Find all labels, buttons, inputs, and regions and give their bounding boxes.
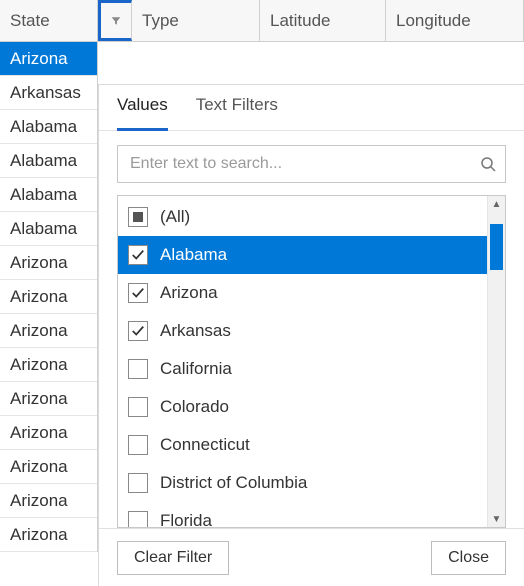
checkbox[interactable] — [128, 435, 148, 455]
table-row[interactable]: Arizona — [0, 348, 97, 382]
value-row[interactable]: District of Columbia — [118, 464, 487, 502]
value-row[interactable]: California — [118, 350, 487, 388]
value-row[interactable]: Florida — [118, 502, 487, 527]
grid-body: ArizonaArkansasAlabamaAlabamaAlabamaAlab… — [0, 42, 524, 586]
table-row[interactable]: Arizona — [0, 518, 97, 552]
state-column: ArizonaArkansasAlabamaAlabamaAlabamaAlab… — [0, 42, 98, 552]
scroll-down-icon[interactable]: ▼ — [488, 511, 505, 527]
values-box: (All) Alabama Arizona Arkansas California Co… — [117, 195, 506, 528]
value-row-all[interactable]: (All) — [118, 198, 487, 236]
value-row[interactable]: Connecticut — [118, 426, 487, 464]
value-label: Alabama — [160, 245, 227, 265]
column-label: State — [10, 11, 50, 31]
value-row[interactable]: Alabama — [118, 236, 487, 274]
table-row[interactable]: Arizona — [0, 484, 97, 518]
value-label: Arizona — [160, 283, 218, 303]
table-row[interactable]: Arizona — [0, 382, 97, 416]
table-row[interactable]: Arizona — [0, 450, 97, 484]
column-label: Type — [142, 11, 179, 31]
value-label: California — [160, 359, 232, 379]
value-row[interactable]: Arizona — [118, 274, 487, 312]
table-row[interactable]: Arizona — [0, 42, 97, 76]
column-filter-button[interactable] — [98, 0, 132, 41]
search-input[interactable] — [117, 145, 506, 183]
checkbox[interactable] — [128, 473, 148, 493]
column-label: Latitude — [270, 11, 331, 31]
column-header-state[interactable]: State — [0, 0, 98, 41]
scrollbar[interactable]: ▲ ▼ — [487, 196, 505, 527]
table-row[interactable]: Arizona — [0, 314, 97, 348]
filter-footer: Clear Filter Close — [99, 528, 524, 586]
column-header-type[interactable]: Type — [132, 0, 260, 41]
checkbox[interactable] — [128, 511, 148, 527]
values-list: (All) Alabama Arizona Arkansas California Co… — [118, 196, 487, 527]
search-wrap — [117, 145, 506, 183]
value-label: Arkansas — [160, 321, 231, 341]
filter-body: (All) Alabama Arizona Arkansas California Co… — [99, 131, 524, 528]
value-row[interactable]: Colorado — [118, 388, 487, 426]
column-label: Longitude — [396, 11, 471, 31]
checkbox[interactable] — [128, 283, 148, 303]
value-label: Colorado — [160, 397, 229, 417]
checkbox[interactable] — [128, 397, 148, 417]
value-label: Connecticut — [160, 435, 250, 455]
table-row[interactable]: Arizona — [0, 416, 97, 450]
tab-text-filters[interactable]: Text Filters — [196, 95, 278, 130]
filter-tabs: Values Text Filters — [99, 85, 524, 131]
filter-icon — [111, 14, 121, 28]
table-row[interactable]: Alabama — [0, 110, 97, 144]
close-button[interactable]: Close — [431, 541, 506, 575]
table-row[interactable]: Arkansas — [0, 76, 97, 110]
checkbox[interactable] — [128, 245, 148, 265]
table-row[interactable]: Arizona — [0, 246, 97, 280]
table-row[interactable]: Alabama — [0, 212, 97, 246]
value-label: District of Columbia — [160, 473, 307, 493]
table-row[interactable]: Alabama — [0, 144, 97, 178]
checkbox[interactable] — [128, 359, 148, 379]
value-row[interactable]: Arkansas — [118, 312, 487, 350]
table-row[interactable]: Alabama — [0, 178, 97, 212]
column-header-longitude[interactable]: Longitude — [386, 0, 524, 41]
grid-header: State Type Latitude Longitude — [0, 0, 524, 42]
scroll-thumb[interactable] — [490, 224, 503, 270]
value-label: Florida — [160, 511, 212, 527]
clear-filter-button[interactable]: Clear Filter — [117, 541, 229, 575]
filter-popup: Values Text Filters (All) Alabama Arizona… — [98, 84, 524, 586]
value-label: (All) — [160, 207, 190, 227]
column-header-latitude[interactable]: Latitude — [260, 0, 386, 41]
table-row[interactable]: Arizona — [0, 280, 97, 314]
checkbox[interactable] — [128, 321, 148, 341]
scroll-up-icon[interactable]: ▲ — [488, 196, 505, 212]
tab-values[interactable]: Values — [117, 95, 168, 131]
checkbox-indeterminate[interactable] — [128, 207, 148, 227]
search-icon — [480, 156, 496, 172]
